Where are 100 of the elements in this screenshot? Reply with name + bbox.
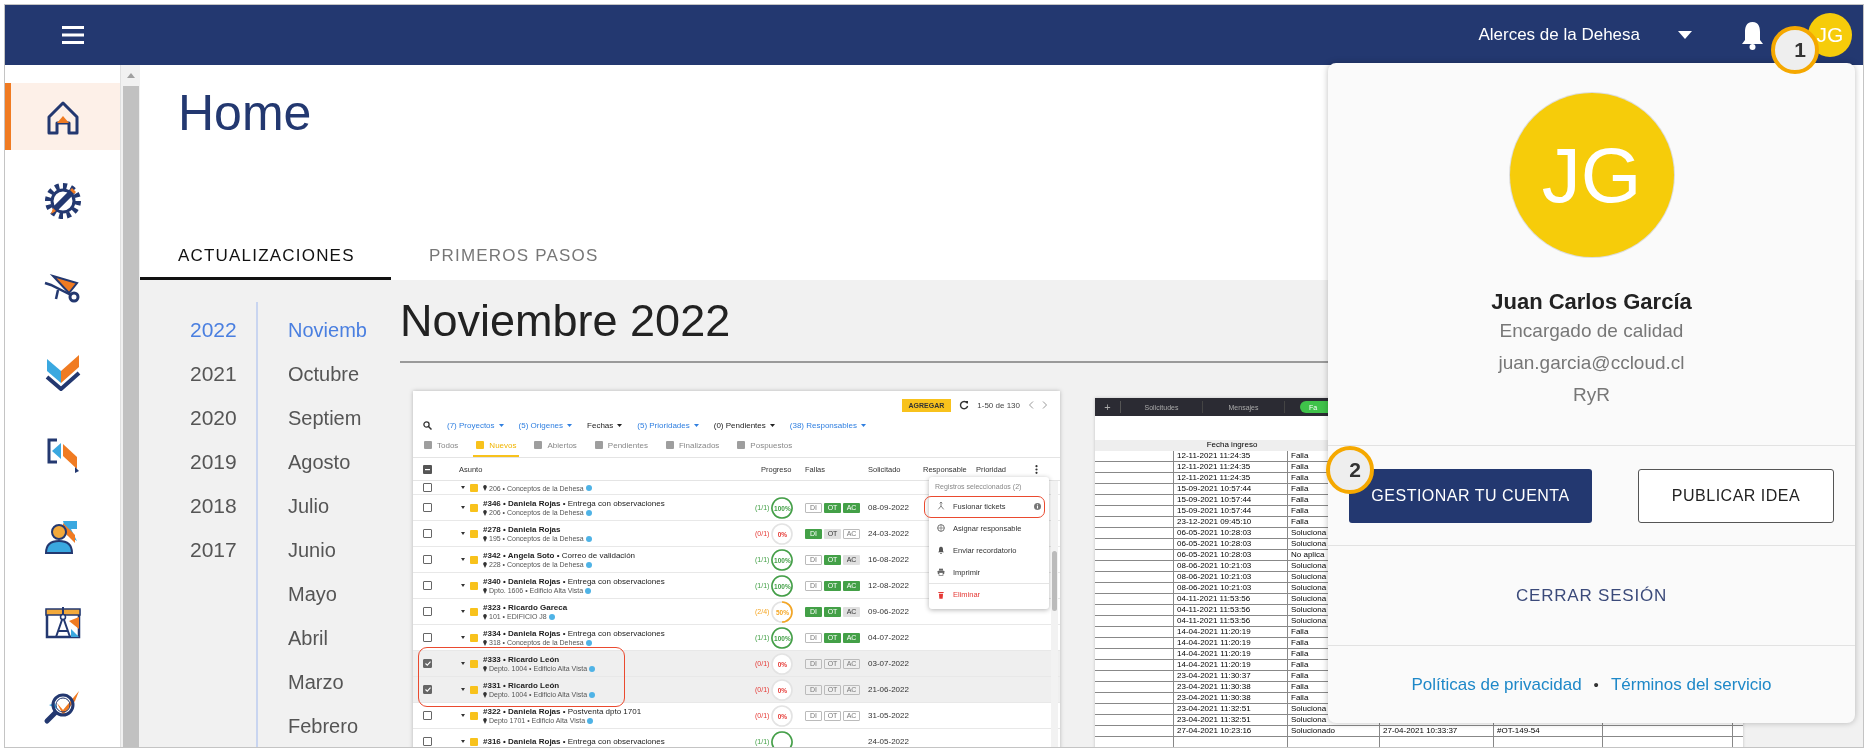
year-link[interactable]: 2022 [190, 308, 237, 352]
table-cell: Falla [1291, 506, 1309, 515]
checkbox[interactable] [423, 607, 432, 616]
check-icon [424, 687, 431, 692]
column-header: Fecha ingreso [1205, 440, 1259, 450]
tab[interactable]: Pospuestos [734, 435, 796, 457]
sidebar-item[interactable] [5, 83, 120, 150]
tab[interactable]: PRIMEROS PASOS [391, 230, 599, 280]
trash-icon [937, 590, 945, 599]
table-cell: 08-06-2021 10:21:03 [1177, 572, 1252, 581]
year-link[interactable]: 2018 [190, 484, 237, 528]
month-link[interactable]: Noviemb [288, 308, 367, 352]
status-square-icon [470, 555, 478, 564]
footer-link[interactable]: Términos del servicio [1610, 674, 1772, 695]
pagination-text: 1-50 de 130 [977, 400, 1020, 410]
filter-dropdown[interactable]: Fechas [587, 420, 623, 430]
tab[interactable]: Pendientes [591, 435, 651, 457]
caret-icon[interactable] [461, 610, 465, 613]
scrollbar[interactable] [120, 65, 140, 747]
month-link[interactable]: Octubre [288, 352, 360, 396]
checkbox[interactable] [423, 737, 432, 746]
tab[interactable]: Abiertos [531, 435, 580, 457]
year-link[interactable]: 2020 [190, 396, 237, 440]
caret-icon[interactable] [461, 584, 465, 587]
caret-icon[interactable] [461, 506, 465, 509]
checkbox[interactable] [423, 711, 432, 720]
project-selector[interactable]: Alerces de la Dehesa [1478, 25, 1640, 45]
square-icon [476, 441, 485, 449]
month-link[interactable]: Septiem [288, 396, 362, 440]
tab[interactable]: Finalizados [662, 435, 723, 457]
caret-icon [860, 423, 866, 427]
bell-icon[interactable] [1740, 20, 1765, 50]
status-square-icon [470, 711, 478, 720]
request-date: 03-07-2022 [868, 659, 910, 668]
request-date: 09-06-2022 [868, 607, 910, 616]
pin-icon [483, 561, 487, 568]
month-link[interactable]: Abril [288, 616, 328, 660]
table-cell: Soluciona [1291, 583, 1327, 592]
search-icon[interactable] [423, 420, 432, 430]
scrollbar[interactable] [1051, 481, 1058, 747]
caret-icon[interactable] [1678, 31, 1692, 39]
publish-idea-button[interactable]: PUBLICAR IDEA [1638, 468, 1834, 523]
ticket-title: #322 • Daniela Rojas • Postventa dpto 1701 [483, 707, 642, 716]
month-link[interactable]: Agosto [288, 440, 351, 484]
checkbox[interactable] [423, 685, 432, 694]
year-link[interactable]: 2017 [190, 528, 237, 572]
table-cell: Soluciona [1291, 616, 1327, 625]
info-icon[interactable] [1034, 502, 1041, 510]
caret-icon[interactable] [461, 740, 465, 743]
checkbox[interactable] [423, 483, 432, 492]
checkbox[interactable] [423, 633, 432, 642]
logout-link[interactable]: CERRAR SESIÓN [1509, 584, 1674, 607]
month-link[interactable]: Junio [288, 528, 336, 572]
filter-dropdown[interactable]: (38) Responsables [789, 420, 866, 430]
year-link[interactable]: 2021 [190, 352, 237, 396]
checkbox-icon[interactable] [423, 464, 432, 474]
dot-icon [585, 587, 592, 594]
caret-icon[interactable] [461, 688, 465, 691]
check-icon [424, 661, 431, 666]
ticket-title: #342 • Angela Soto • Correo de validación [483, 551, 636, 560]
status-square-icon [470, 529, 478, 538]
table-cell: No aplica [1291, 550, 1325, 559]
filter-dropdown[interactable]: (5) Prioridades [637, 420, 699, 430]
table-cell: 14-04-2021 11:20:19 [1177, 649, 1251, 658]
caret-icon[interactable] [461, 532, 465, 535]
checkbox[interactable] [423, 555, 432, 564]
filter-dropdown[interactable]: (0) Pendientes [713, 420, 775, 430]
more-icon[interactable] [1035, 464, 1038, 474]
checkbox[interactable] [423, 659, 432, 668]
table-cell: Soluciona [1291, 605, 1327, 614]
refresh-icon[interactable] [959, 400, 970, 410]
month-link[interactable]: Julio [288, 484, 330, 528]
dot-icon [585, 639, 592, 646]
table-cell: 04-11-2021 11:53:56 [1177, 616, 1251, 625]
checkbox[interactable] [423, 581, 432, 590]
ticket-title: #346 • Daniela Rojas • Entrega con observaciones [483, 499, 665, 508]
menu-icon[interactable] [62, 26, 84, 44]
month-link[interactable]: Marzo [288, 660, 344, 704]
table-cell: 08-06-2021 10:21:03 [1177, 583, 1252, 592]
tab[interactable]: Todos [421, 435, 462, 457]
checkbox[interactable] [423, 529, 432, 538]
footer-link[interactable]: Políticas de privacidad [1411, 674, 1582, 695]
month-link[interactable]: Febrero [288, 704, 359, 747]
caret-icon[interactable] [461, 558, 465, 561]
table-cell: #OT-149-54 [1497, 726, 1540, 735]
table-cell: Soluciona [1291, 704, 1327, 713]
caret-icon[interactable] [461, 714, 465, 717]
add-tab-button[interactable]: + [1095, 401, 1121, 413]
status-square-icon [470, 633, 478, 642]
pin-icon [483, 717, 487, 724]
table-cell: Falla [1291, 638, 1309, 647]
year-link[interactable]: 2019 [190, 440, 237, 484]
filter-dropdown[interactable]: (5) Origenes [518, 420, 573, 430]
filter-dropdown[interactable]: (7) Proyectos [447, 420, 504, 430]
caret-icon[interactable] [461, 636, 465, 639]
table-cell: 27-04-2021 10:33:37 [1383, 726, 1458, 735]
checkbox[interactable] [423, 503, 432, 512]
month-link[interactable]: Mayo [288, 572, 337, 616]
caret-icon[interactable] [461, 486, 465, 489]
caret-icon[interactable] [461, 662, 465, 665]
